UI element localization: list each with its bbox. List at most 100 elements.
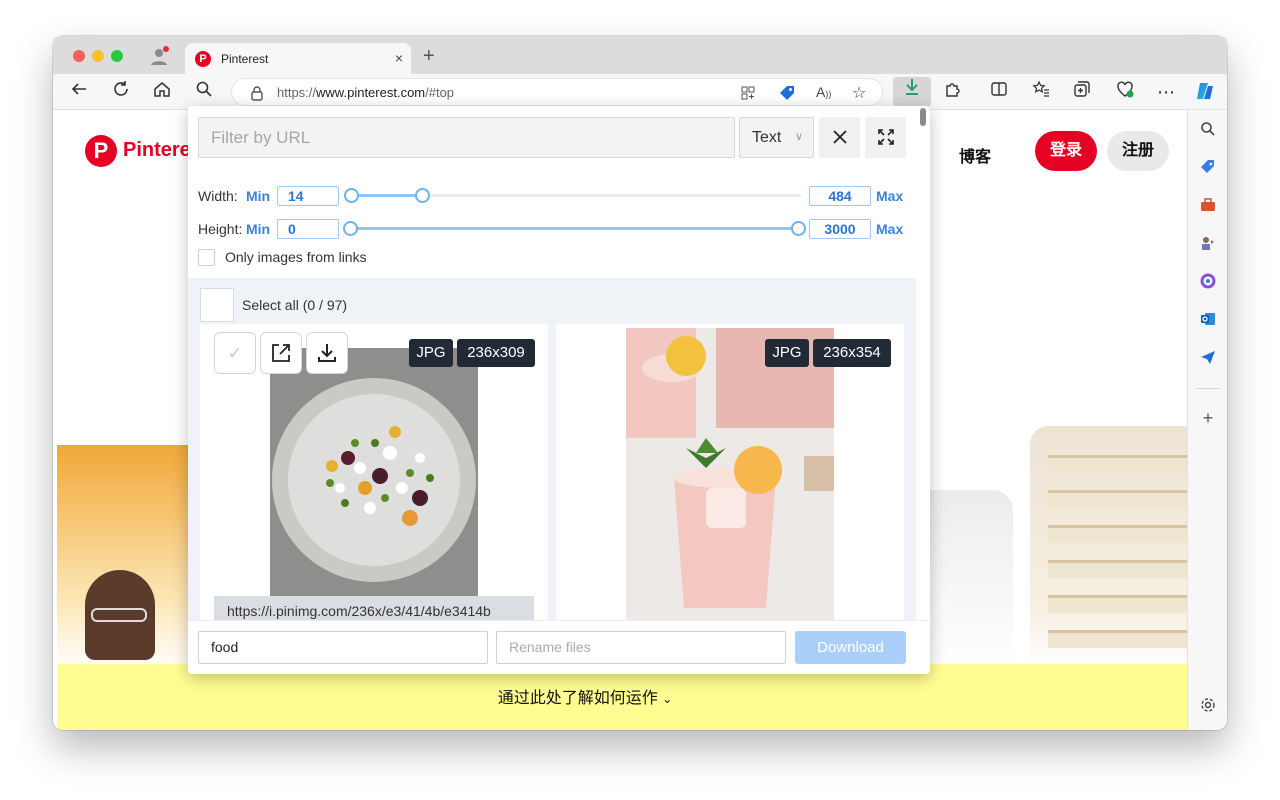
width-max-label: Max	[876, 188, 904, 204]
width-slider-range	[351, 194, 422, 197]
banner-text-row: 通过此处了解如何运作 ⌄	[53, 684, 1187, 708]
height-slider-max-handle[interactable]	[791, 221, 806, 236]
image-card[interactable]: JPG 236x354	[556, 324, 904, 624]
edge-sidebar: +	[1187, 110, 1227, 730]
height-max-input[interactable]: 3000	[809, 219, 871, 239]
browser-essentials-icon[interactable]	[1113, 80, 1137, 104]
chevron-down-icon: ∨	[794, 131, 803, 143]
tab-title: Pinterest	[221, 52, 269, 66]
width-slider-max-handle[interactable]	[415, 188, 430, 203]
height-slider-range	[350, 227, 800, 230]
download-button[interactable]: Download	[795, 631, 906, 664]
pinterest-logo-icon[interactable]: P	[85, 135, 117, 167]
expand-icon	[877, 129, 894, 145]
stair-step	[1048, 525, 1187, 543]
download-image-button[interactable]	[306, 332, 348, 374]
favorite-star-icon[interactable]: ☆	[852, 83, 866, 103]
only-links-checkbox[interactable]	[198, 249, 215, 266]
width-min-input[interactable]: 14	[277, 186, 339, 206]
image-format-badge: JPG	[409, 339, 453, 367]
image-downloader-extension-icon[interactable]	[893, 77, 931, 107]
filter-mode-value: Text	[752, 129, 782, 146]
pinterest-favicon-icon: P	[195, 51, 211, 67]
width-label: Width:	[198, 188, 238, 204]
height-label: Height:	[198, 221, 243, 237]
login-button[interactable]: 登录	[1035, 131, 1097, 171]
stair-step	[1048, 560, 1187, 578]
url-path: /#top	[425, 85, 455, 100]
more-menu-icon[interactable]: ⋯	[1154, 80, 1178, 104]
image-format-badge: JPG	[765, 339, 809, 367]
select-all-label: Select all (0 / 97)	[242, 297, 348, 313]
width-max-input[interactable]: 484	[809, 186, 871, 206]
signup-button[interactable]: 注册	[1107, 131, 1169, 171]
sidebar-add-icon[interactable]: +	[1196, 406, 1220, 430]
tab-strip: P Pinterest × +	[53, 36, 1227, 75]
only-links-label: Only images from links	[225, 249, 367, 265]
select-all-checkbox[interactable]	[200, 288, 234, 322]
address-bar[interactable]: https://www.pinterest.com/#top A)) ☆	[231, 78, 883, 106]
sidebar-divider	[1196, 388, 1220, 389]
banner-text: 通过此处了解如何运作	[497, 690, 658, 707]
image-size-badge: 236x309	[457, 339, 535, 367]
stair-step	[1048, 455, 1187, 473]
height-min-input[interactable]: 0	[277, 219, 339, 239]
sidebar-games-icon[interactable]	[1196, 234, 1220, 258]
collections-icon[interactable]	[1070, 80, 1094, 104]
filter-url-input[interactable]: Filter by URL	[198, 117, 735, 158]
blog-link[interactable]: 博客	[959, 143, 991, 167]
height-slider-min-handle[interactable]	[343, 221, 358, 236]
url-scheme: https://	[277, 85, 317, 100]
sidebar-search-icon[interactable]	[1196, 120, 1220, 144]
profile-icon[interactable]	[149, 46, 169, 66]
rename-files-input[interactable]: Rename files	[496, 631, 786, 664]
subfolder-input[interactable]: food	[198, 631, 488, 664]
home-icon[interactable]	[150, 80, 174, 104]
favorites-icon[interactable]	[1029, 80, 1053, 104]
salad-photo[interactable]	[270, 348, 478, 596]
chevron-down-icon: ⌄	[662, 692, 673, 706]
back-icon[interactable]	[67, 80, 91, 104]
new-tab-button[interactable]: +	[423, 45, 435, 68]
coupon-tag-icon[interactable]	[778, 84, 796, 107]
read-aloud-icon[interactable]: A))	[816, 84, 831, 100]
sidebar-outlook-icon[interactable]	[1196, 310, 1220, 334]
drink-photo[interactable]	[626, 328, 834, 620]
width-slider-min-handle[interactable]	[344, 188, 359, 203]
lock-icon[interactable]	[250, 85, 264, 106]
tab-pinterest[interactable]: P Pinterest ×	[185, 43, 411, 75]
hero-person-glasses	[91, 608, 147, 622]
checkmark-icon: ✓	[227, 343, 243, 363]
filter-mode-select[interactable]: Text ∨	[739, 117, 814, 158]
close-popup-button[interactable]	[819, 117, 860, 158]
sidebar-drop-icon[interactable]	[1196, 348, 1220, 372]
stair-step	[1048, 595, 1187, 613]
sidebar-microsoft365-icon[interactable]	[1196, 272, 1220, 296]
sidebar-shopping-icon[interactable]	[1196, 158, 1220, 182]
sidebar-tools-icon[interactable]	[1196, 196, 1220, 220]
zoom-window-button[interactable]	[111, 50, 123, 62]
minimize-window-button[interactable]	[92, 50, 104, 62]
url-text[interactable]: https://www.pinterest.com/#top	[277, 85, 454, 100]
maximize-popup-button[interactable]	[865, 117, 906, 158]
popup-scrollbar[interactable]	[920, 108, 926, 126]
download-icon	[318, 344, 336, 362]
width-min-label: Min	[246, 188, 271, 204]
copilot-icon[interactable]	[1193, 80, 1217, 104]
image-card[interactable]: ✓ JPG 236x309 https://i.pinimg.com/236x/…	[200, 324, 548, 626]
height-min-label: Min	[246, 221, 271, 237]
sidebar-settings-gear-icon[interactable]	[1196, 696, 1220, 720]
open-image-button[interactable]	[260, 332, 302, 374]
split-screen-icon[interactable]	[987, 80, 1011, 104]
image-gallery: Select all (0 / 97) ✓ JPG 236x309 https:…	[188, 278, 916, 626]
open-external-icon	[272, 344, 290, 362]
image-downloader-popup: Filter by URL Text ∨ Width: Min 14 484 M…	[188, 106, 930, 674]
extensions-puzzle-icon[interactable]	[941, 80, 965, 104]
close-window-button[interactable]	[73, 50, 85, 62]
image-size-badge: 236x354	[813, 339, 891, 367]
search-icon[interactable]	[192, 80, 216, 104]
select-image-checkbox[interactable]: ✓	[214, 332, 256, 374]
tab-close-icon[interactable]: ×	[395, 50, 403, 66]
reload-icon[interactable]	[109, 80, 133, 104]
app-available-icon[interactable]	[740, 85, 756, 106]
